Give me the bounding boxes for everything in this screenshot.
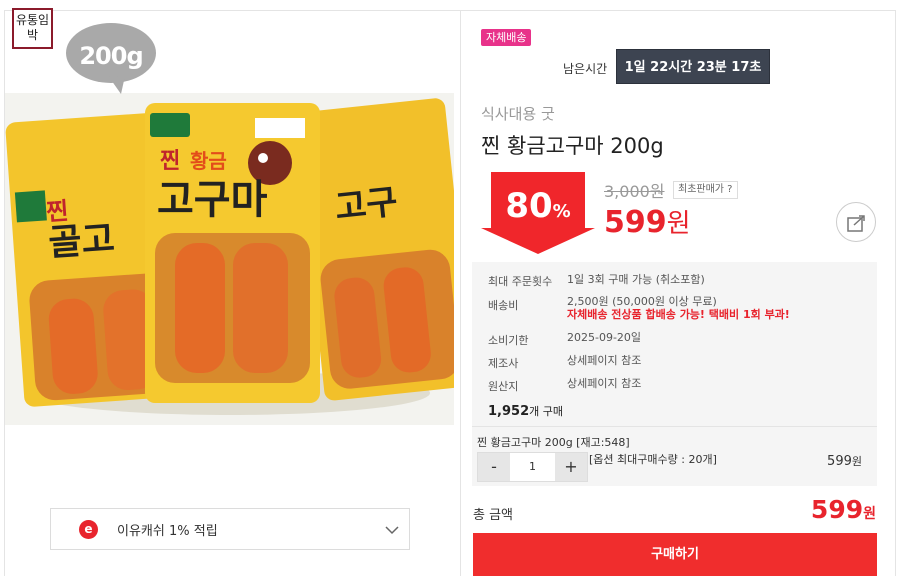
svg-text:고구: 고구 [333,182,399,228]
discount-unit: % [552,201,571,222]
cash-point-text: 이유캐쉬 1% 적립 [117,524,218,539]
info-label-expiry: 소비기한 [488,334,529,347]
expiry-badge: 유통임박 [12,8,53,49]
discount-value: 80 [505,186,553,226]
quantity-stepper: - 1 + [477,452,588,482]
info-value-manufacturer: 상세페이지 참조 [567,354,642,367]
product-image[interactable]: 고구 골고 찐 고구마 찐 황금 [5,93,454,425]
min-seller-price-button[interactable]: 최초판매가 ? [673,181,738,199]
option-price-unit: 원 [851,455,862,468]
cash-point-dropdown[interactable]: e 이유캐쉬 1% 적립 [50,508,410,550]
info-label-shipping: 배송비 [488,299,519,312]
info-label-origin: 원산지 [488,380,519,393]
sale-price: 599원 [604,203,691,240]
total-price-unit: 원 [863,506,876,522]
option-name: 찐 황금고구마 200g [재고:548] [477,436,630,449]
original-price: 3,000원 [604,182,665,201]
remaining-time-label: 남은시간 [563,62,608,76]
selected-option: 찐 황금고구마 200g [재고:548] - 1 + [옵션 최대구매수량 :… [472,426,877,486]
quantity-minus-button[interactable]: - [478,453,510,481]
total-price-value: 599 [810,495,864,524]
sale-price-value: 599 [604,205,667,240]
self-delivery-badge: 자체배송 [481,29,532,46]
discount-rate: 80% [481,186,595,226]
product-subtitle: 식사대용 굿 [481,105,555,123]
buy-button[interactable]: 구매하기 [473,533,877,576]
svg-text:황금: 황금 [190,149,227,173]
svg-text:찐: 찐 [45,197,69,226]
share-icon [847,215,865,232]
info-value-origin: 상세페이지 참조 [567,377,642,390]
svg-text:찐: 찐 [160,149,180,174]
sold-count: 1,952개 구매 [488,403,563,419]
option-price: 599원 [827,453,862,469]
info-value-max-orders: 1일 3회 구매 가능 (취소포함) [567,273,705,286]
cash-point-icon: e [79,520,98,539]
sold-count-number: 1,952 [488,404,530,419]
quantity-input[interactable]: 1 [510,453,555,481]
weight-bubble-text: 200g [79,42,143,70]
total-label: 총 금액 [473,508,514,523]
product-title: 찐 황금고구마 200g [481,134,664,158]
chevron-down-icon [385,526,399,535]
remaining-time-counter: 1일 22시간 23분 17초 [616,49,770,84]
info-shipping-notice: 자체배송 전상품 합배송 가능! 택배비 1회 부과! [567,308,790,321]
option-max-quantity: [옵션 최대구매수량 : 20개] [589,453,717,466]
quantity-plus-button[interactable]: + [555,453,587,481]
info-label-max-orders: 최대 주문횟수 [488,275,553,288]
share-button[interactable] [836,202,876,242]
total-price: 599원 [811,495,876,524]
info-label-manufacturer: 제조사 [488,357,519,370]
option-price-value: 599 [827,454,852,469]
sale-price-unit: 원 [666,209,691,239]
product-info-table: 최대 주문횟수 1일 3회 구매 가능 (취소포함) 배송비 2,500원 (5… [472,262,877,426]
sold-count-unit: 개 구매 [529,405,563,418]
info-value-expiry: 2025-09-20일 [567,331,642,344]
column-divider [460,10,461,576]
svg-text:고구마: 고구마 [157,177,268,223]
